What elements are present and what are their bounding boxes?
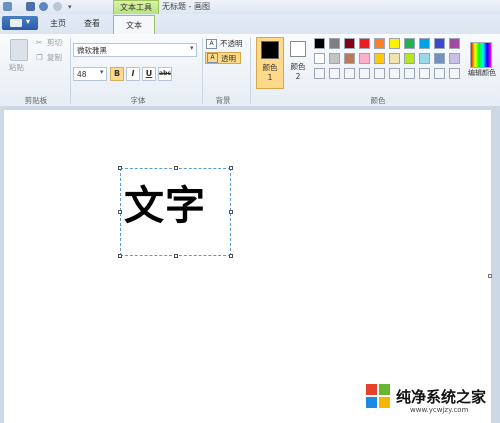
chevron-down-icon[interactable]: ▾ [190,44,194,52]
color1-button[interactable]: 颜色 1 [256,37,284,89]
ribbon-tab-row [0,14,500,35]
opaque-option[interactable]: A 不透明 [205,38,243,50]
palette-color-swatch[interactable] [359,38,370,49]
resize-handle[interactable] [118,166,122,170]
custom-color-slot[interactable] [314,68,325,79]
font-group-label: 字体 [130,96,146,105]
palette-color-swatch[interactable] [389,38,400,49]
palette-color-swatch[interactable] [404,38,415,49]
paste-icon[interactable] [10,39,28,61]
watermark-logo-icon [366,384,390,408]
redo-icon[interactable] [53,2,62,11]
palette-color-swatch[interactable] [329,38,340,49]
group-divider [202,38,203,104]
color2-button[interactable]: 颜色 2 [288,37,310,89]
colors-group-label: 颜色 [370,96,386,105]
palette-color-swatch[interactable] [374,53,385,64]
file-menu-button[interactable]: ▾ [2,16,38,30]
color1-swatch [261,41,279,59]
resize-handle[interactable] [229,254,233,258]
palette-color-swatch[interactable] [344,38,355,49]
tab-view[interactable]: 查看 [78,14,106,33]
custom-color-slot[interactable] [344,68,355,79]
palette-color-swatch[interactable] [329,53,340,64]
opaque-label: 不透明 [220,39,243,48]
save-icon[interactable] [26,2,35,11]
strikethrough-button[interactable]: abc [158,67,172,81]
color2-label: 颜色 2 [290,62,306,81]
resize-handle[interactable] [229,210,233,214]
title-bar [0,0,500,15]
quick-access-dropdown-icon[interactable]: ▾ [68,3,72,11]
bold-button[interactable]: B [110,67,124,81]
custom-color-slot[interactable] [449,68,460,79]
custom-color-slot[interactable] [404,68,415,79]
palette-color-swatch[interactable] [419,38,430,49]
edit-colors-icon[interactable] [470,42,492,68]
chevron-down-icon: ▾ [26,17,31,26]
custom-color-slot[interactable] [374,68,385,79]
window-title: 无标题 - 画图 [162,2,210,11]
palette-color-swatch[interactable] [359,53,370,64]
palette-color-swatch[interactable] [374,38,385,49]
cut-button[interactable]: 剪切 [47,38,62,48]
palette-color-swatch[interactable] [389,53,400,64]
copy-icon[interactable]: ❐ [36,53,43,63]
menu-icon [10,19,22,27]
canvas-text[interactable]: 文字 [124,181,206,231]
palette-color-swatch[interactable] [314,53,325,64]
underline-button[interactable]: U [142,67,156,81]
color2-swatch [290,41,306,57]
palette-color-swatch[interactable] [344,53,355,64]
transparent-label: 透明 [221,54,236,63]
custom-color-slot[interactable] [359,68,370,79]
palette-color-swatch[interactable] [434,53,445,64]
tab-text[interactable]: 文本 [113,15,155,35]
resize-handle[interactable] [174,254,178,258]
custom-color-slot[interactable] [434,68,445,79]
group-divider [70,38,71,104]
paste-button[interactable]: 粘贴 [9,63,24,73]
resize-handle[interactable] [118,254,122,258]
custom-color-slot[interactable] [329,68,340,79]
copy-button[interactable]: 复制 [47,53,62,63]
palette-color-swatch[interactable] [404,53,415,64]
resize-handle[interactable] [229,166,233,170]
app-icon[interactable] [3,2,12,11]
clipboard-group-label: 剪贴板 [24,96,48,105]
palette-color-swatch[interactable] [449,38,460,49]
background-group-label: 背景 [215,96,231,105]
edit-colors-button[interactable]: 编辑颜色 [465,68,499,78]
palette-color-swatch[interactable] [449,53,460,64]
tab-home[interactable]: 主页 [44,14,72,33]
cut-icon[interactable]: ✂ [36,38,42,48]
color1-label: 颜色 1 [262,63,278,82]
custom-color-slot[interactable] [419,68,430,79]
canvas-resize-handle[interactable] [488,274,492,278]
palette-color-swatch[interactable] [419,53,430,64]
font-family-select[interactable]: 微软雅黑 [73,43,197,57]
color-palette [314,38,464,82]
palette-color-swatch[interactable] [314,38,325,49]
watermark-url: www.ycwjzy.com [410,406,469,414]
drawing-canvas[interactable] [4,110,491,423]
undo-icon[interactable] [39,2,48,11]
chevron-down-icon[interactable]: ▾ [100,68,104,76]
resize-handle[interactable] [118,210,122,214]
resize-handle[interactable] [174,166,178,170]
custom-color-slot[interactable] [389,68,400,79]
transparent-option[interactable]: A 透明 [205,52,241,64]
opaque-icon: A [206,39,217,49]
italic-button[interactable]: I [126,67,140,81]
group-divider [250,38,251,104]
watermark-brand: 纯净系统之家 [396,388,487,406]
palette-color-swatch[interactable] [434,38,445,49]
text-tools-context-label: 文本工具 [113,0,159,15]
transparent-icon: A [207,53,218,63]
